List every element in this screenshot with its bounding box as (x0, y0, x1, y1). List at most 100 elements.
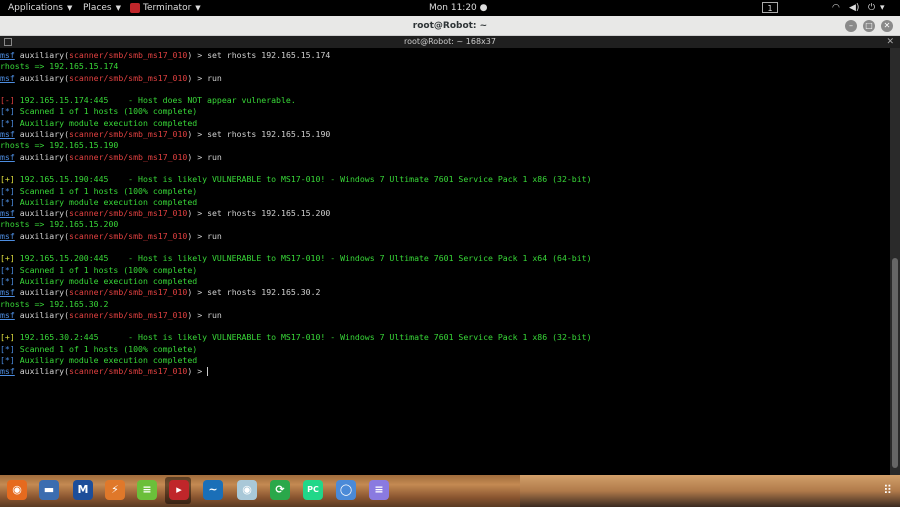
status-text: 192.165.15.174:445 - Host does NOT appea… (14, 95, 296, 106)
msf-prompt: msf (0, 230, 15, 241)
chromium-icon[interactable]: ◯ (336, 480, 356, 500)
notification-dot-icon: ● (479, 3, 488, 13)
show-apps-icon[interactable]: ⠿ (883, 483, 892, 497)
msf-prompt: msf (0, 151, 15, 162)
status-marker: [+] (0, 174, 15, 185)
wireshark-icon[interactable]: ~ (203, 480, 223, 500)
wifi-icon[interactable]: ◠ (832, 0, 840, 16)
terminal-line: msf auxiliary(scanner/smb/smb_ms17_010) … (0, 310, 890, 321)
command-text: > run (192, 72, 222, 83)
terminal-line: [+] 192.165.15.200:445 - Host is likely … (0, 253, 890, 264)
terminal-line: [-] 192.165.15.174:445 - Host does NOT a… (0, 95, 890, 106)
status-marker: [*] (0, 275, 15, 286)
terminal-line: [+] 192.165.30.2:445 - Host is likely VU… (0, 332, 890, 343)
notes-icon[interactable]: ≡ (369, 480, 389, 500)
chevron-down-icon[interactable]: ▾ (880, 0, 885, 16)
status-marker: [+] (0, 332, 15, 343)
msf-prompt: msf (0, 129, 15, 140)
command-text: > run (192, 230, 222, 241)
module-prompt: auxiliary(scanner/smb/smb_ms17_010) (14, 208, 193, 219)
terminator-icon[interactable]: ▸ (169, 480, 189, 500)
terminal-line: msf auxiliary(scanner/smb/smb_ms17_010) … (0, 208, 890, 219)
terminal-line: [+] 192.165.15.190:445 - Host is likely … (0, 174, 890, 185)
maximize-button[interactable]: □ (863, 20, 875, 32)
chevron-down-icon: ▼ (195, 4, 201, 12)
scrollbar[interactable] (890, 48, 900, 475)
scrollbar-thumb[interactable] (892, 258, 898, 468)
close-button[interactable]: ✕ (881, 20, 893, 32)
chevron-down-icon: ▼ (66, 4, 73, 12)
clock[interactable]: Mon 11:20 ● (429, 0, 488, 16)
terminal-line: rhosts => 192.165.15.200 (0, 219, 890, 230)
applications-menu[interactable]: Applications ▼ (8, 0, 72, 16)
metasploit-icon[interactable]: M (73, 480, 93, 500)
clock-label: Mon 11:20 (429, 3, 477, 13)
dock: ◉ ▬ M ⚡ ≡ ▸ ~ ◉ ⟳ PC ◯ ≡ ⠿ (0, 475, 900, 507)
places-menu[interactable]: Places ▼ (83, 0, 121, 16)
terminal-line: [*] Auxiliary module execution completed (0, 118, 890, 129)
places-label: Places (83, 3, 112, 13)
module-prompt: auxiliary(scanner/smb/smb_ms17_010) (14, 309, 193, 320)
status-marker: [*] (0, 117, 15, 128)
eye-icon[interactable]: ◉ (237, 480, 257, 500)
firefox-icon[interactable]: ◉ (7, 480, 27, 500)
terminal-line: [*] Scanned 1 of 1 hosts (100% complete) (0, 265, 890, 276)
minimize-button[interactable]: – (845, 20, 857, 32)
terminal-line: [*] Scanned 1 of 1 hosts (100% complete) (0, 186, 890, 197)
status-text: Scanned 1 of 1 hosts (100% complete) (14, 264, 198, 275)
module-prompt: auxiliary(scanner/smb/smb_ms17_010) (14, 366, 193, 377)
leafpad-icon[interactable]: ≡ (137, 480, 157, 500)
terminal-line: [*] Auxiliary module execution completed (0, 276, 890, 287)
text-cursor (207, 367, 209, 377)
msf-prompt: msf (0, 309, 15, 320)
burpsuite-icon[interactable]: ⚡ (105, 480, 125, 500)
pycharm-icon[interactable]: PC (303, 480, 323, 500)
msf-prompt: msf (0, 366, 15, 377)
output-text: rhosts => 192.165.15.190 (0, 140, 119, 151)
close-icon[interactable]: ✕ (886, 36, 894, 48)
status-marker: [-] (0, 95, 15, 106)
window-title: root@Robot: ~ (412, 21, 488, 31)
command-text: > set rhosts 192.165.30.2 (192, 287, 321, 298)
output-text: rhosts => 192.165.15.174 (0, 61, 119, 72)
terminator-small-icon (130, 2, 140, 13)
status-text: Auxiliary module execution completed (14, 196, 198, 207)
app-menu[interactable]: Terminator ▼ (130, 0, 201, 16)
command-text: > set rhosts 192.165.15.174 (192, 50, 331, 60)
command-text: > set rhosts 192.165.15.190 (192, 129, 331, 140)
output-text: rhosts => 192.165.15.200 (0, 219, 119, 230)
status-marker: [*] (0, 196, 15, 207)
volume-icon[interactable]: ◀) (849, 0, 859, 16)
status-marker: [*] (0, 343, 15, 354)
status-text: 192.165.15.190:445 - Host is likely VULN… (14, 174, 592, 185)
msf-prompt: msf (0, 50, 15, 60)
power-icon[interactable]: ⏻ (868, 0, 875, 16)
terminal-line: rhosts => 192.165.15.190 (0, 140, 890, 151)
module-prompt: auxiliary(scanner/smb/smb_ms17_010) (14, 129, 193, 140)
msf-prompt: msf (0, 72, 15, 83)
command-text: > run (192, 151, 222, 162)
terminal-line: msf auxiliary(scanner/smb/smb_ms17_010) … (0, 366, 890, 377)
terminal-line: [*] Scanned 1 of 1 hosts (100% complete) (0, 344, 890, 355)
files-icon[interactable]: ▬ (39, 480, 59, 500)
status-text: Auxiliary module execution completed (14, 355, 198, 366)
status-text: Scanned 1 of 1 hosts (100% complete) (14, 106, 198, 117)
terminal-line: rhosts => 192.165.30.2 (0, 299, 890, 310)
sync-icon[interactable]: ⟳ (270, 480, 290, 500)
module-prompt: auxiliary(scanner/smb/smb_ms17_010) (14, 50, 193, 60)
msf-prompt: msf (0, 287, 15, 298)
terminal-line: rhosts => 192.165.15.174 (0, 61, 890, 72)
chevron-down-icon: ▼ (115, 4, 122, 12)
terminal-line: msf auxiliary(scanner/smb/smb_ms17_010) … (0, 287, 890, 298)
module-prompt: auxiliary(scanner/smb/smb_ms17_010) (14, 230, 193, 241)
status-text: 192.165.30.2:445 - Host is likely VULNER… (14, 332, 592, 343)
terminal-line: [*] Auxiliary module execution completed (0, 197, 890, 208)
workspace-indicator[interactable]: 1 (762, 2, 778, 13)
status-marker: [*] (0, 355, 15, 366)
command-text: > (192, 366, 208, 377)
window-titlebar[interactable]: root@Robot: ~ – □ ✕ (0, 16, 900, 36)
terminal-output[interactable]: msf auxiliary(scanner/smb/smb_ms17_010) … (0, 48, 890, 475)
terminal-line: msf auxiliary(scanner/smb/smb_ms17_010) … (0, 231, 890, 242)
